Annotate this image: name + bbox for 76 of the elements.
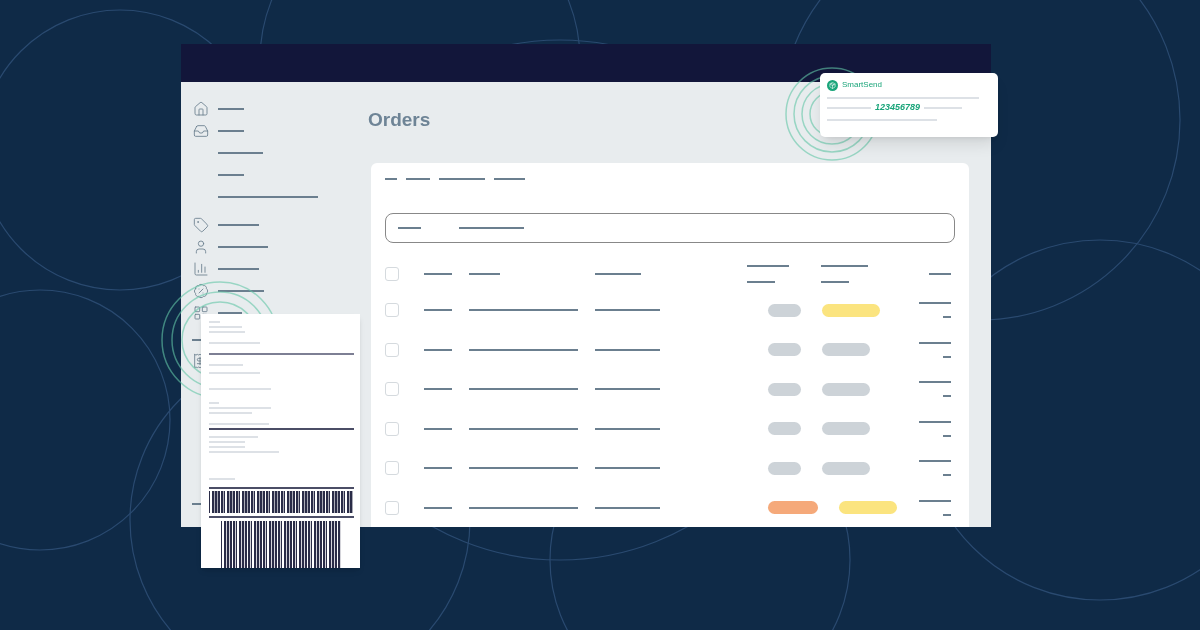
placeholder-line bbox=[209, 412, 252, 414]
sidebar-icon[interactable] bbox=[193, 217, 209, 233]
placeholder-line bbox=[595, 309, 660, 312]
placeholder-line bbox=[218, 268, 259, 270]
checkbox[interactable] bbox=[385, 382, 399, 397]
placeholder-line bbox=[424, 388, 452, 391]
placeholder-line bbox=[209, 478, 235, 480]
sidebar-icon[interactable] bbox=[193, 261, 209, 277]
placeholder-line bbox=[218, 130, 244, 132]
sidebar-icon[interactable] bbox=[193, 101, 209, 117]
sidebar-icon[interactable] bbox=[193, 239, 209, 255]
placeholder-line bbox=[218, 290, 264, 292]
placeholder-line bbox=[439, 177, 485, 180]
checkbox[interactable] bbox=[385, 342, 399, 357]
placeholder-line bbox=[424, 467, 452, 470]
placeholder-line bbox=[209, 326, 242, 328]
placeholder-line bbox=[385, 177, 397, 180]
placeholder-line bbox=[595, 506, 660, 509]
placeholder-line bbox=[929, 272, 951, 275]
placeholder-line bbox=[209, 372, 260, 374]
placeholder-line bbox=[209, 446, 245, 448]
sidebar-icon[interactable] bbox=[193, 123, 209, 139]
placeholder-line bbox=[494, 177, 525, 180]
placeholder-line bbox=[218, 108, 244, 110]
placeholder-line bbox=[209, 436, 258, 438]
placeholder-line bbox=[424, 309, 452, 312]
placeholder-line bbox=[919, 302, 951, 305]
brand-name: SmartSend bbox=[842, 79, 883, 91]
placeholder-line bbox=[209, 364, 243, 366]
placeholder-line bbox=[424, 272, 452, 275]
search-field[interactable] bbox=[385, 212, 955, 243]
placeholder-line bbox=[747, 264, 789, 267]
placeholder-line bbox=[398, 226, 421, 229]
placeholder-line bbox=[459, 226, 524, 229]
checkbox[interactable] bbox=[385, 266, 399, 281]
placeholder-line bbox=[469, 272, 500, 275]
checkbox[interactable] bbox=[385, 500, 399, 515]
placeholder-line bbox=[919, 460, 951, 463]
placeholder-line bbox=[919, 420, 951, 423]
placeholder-line bbox=[218, 224, 259, 226]
placeholder-line bbox=[209, 451, 279, 453]
placeholder-line bbox=[209, 441, 245, 443]
placeholder-line bbox=[595, 272, 641, 275]
receipt-icon[interactable] bbox=[192, 353, 201, 369]
placeholder-line bbox=[218, 312, 242, 314]
placeholder-line bbox=[595, 427, 660, 430]
placeholder-line bbox=[218, 152, 263, 154]
placeholder-line bbox=[821, 264, 868, 267]
checkbox[interactable] bbox=[385, 303, 399, 318]
placeholder-line bbox=[924, 106, 963, 109]
placeholder-line bbox=[209, 331, 245, 333]
placeholder-line bbox=[919, 341, 951, 344]
placeholder-line bbox=[919, 381, 951, 384]
placeholder-line bbox=[424, 348, 452, 351]
placeholder-line bbox=[595, 348, 660, 351]
placeholder-line bbox=[919, 499, 951, 502]
page-title: Orders bbox=[368, 108, 431, 132]
tracking-number: 123456789 bbox=[875, 101, 921, 114]
package-icon bbox=[827, 79, 838, 91]
placeholder-line bbox=[209, 407, 271, 409]
placeholder-line bbox=[827, 106, 871, 109]
checkbox[interactable] bbox=[385, 461, 399, 476]
placeholder-line bbox=[209, 388, 271, 390]
placeholder-line bbox=[209, 423, 269, 425]
checkbox[interactable] bbox=[385, 421, 399, 436]
placeholder-line bbox=[424, 427, 452, 430]
sidebar-icon[interactable] bbox=[193, 283, 209, 299]
placeholder-line bbox=[747, 280, 775, 283]
placeholder-line bbox=[406, 177, 430, 180]
placeholder-line bbox=[595, 388, 660, 391]
placeholder-line bbox=[595, 467, 660, 470]
placeholder-line bbox=[821, 280, 849, 283]
placeholder-line bbox=[218, 246, 268, 248]
placeholder-line bbox=[218, 174, 244, 176]
placeholder-line bbox=[209, 342, 260, 344]
placeholder-line bbox=[424, 506, 452, 509]
